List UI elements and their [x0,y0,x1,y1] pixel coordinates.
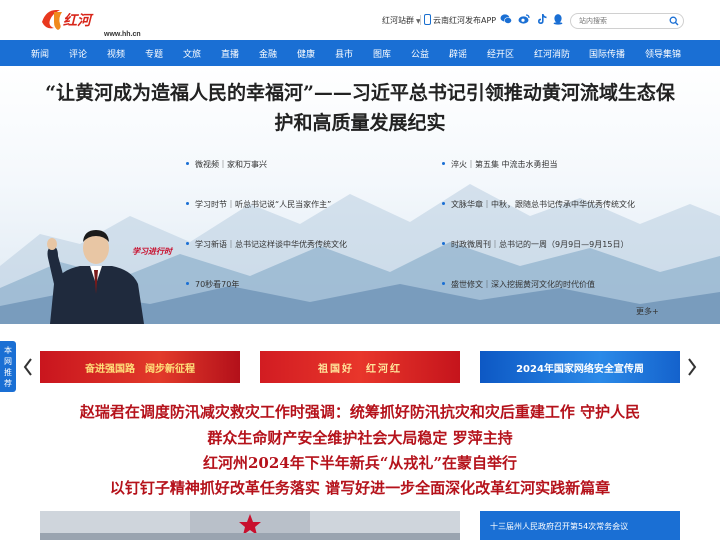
news-photo[interactable] [40,511,460,540]
banner-text: 2024年国家网络安全宣传周 [516,364,644,375]
douyin-icon[interactable] [536,13,548,25]
recommend-tab[interactable]: 本网推荐 [0,341,16,392]
headline[interactable]: 赵瑞君在调度防汛减灾救灾工作时强调：统筹抓好防汛抗灾和灾后重建工作 守护人民 [0,401,720,422]
nav-item-comment[interactable]: 评论 [69,47,87,60]
logo-url: www.hh.cn [104,31,141,38]
nav-item-gallery[interactable]: 图库 [373,47,391,60]
more-link[interactable]: 更多+ [636,306,659,317]
main-nav: 新闻 评论 视频 专题 文旅 直播 金融 健康 县市 图库 公益 辟谣 经开区 … [0,40,720,66]
bullet-dot [442,162,445,165]
search-icon[interactable] [669,16,679,26]
nav-item-dev-zone[interactable]: 经开区 [487,47,514,60]
hero-link-text: 时政微周刊｜总书记的一周（9月9日—9月15日） [451,240,629,249]
bullet-dot [442,242,445,245]
nav-item-special[interactable]: 专题 [145,47,163,60]
news-item: 十三届州人民政府召开第54次常务会议 [490,522,629,531]
site-header: 红河 www.hh.cn 红河站群 ▼ 云南红河发布APP [0,0,720,40]
hero-link-text: 70秒看70年 [195,280,240,289]
wechat-icon[interactable] [500,13,512,25]
bullet-dot [186,282,189,285]
hero-link-text: 学习时节｜听总书记说“人民当家作主” [195,200,332,209]
hero-link[interactable]: 微视频｜家和万事兴 [186,159,267,170]
headline[interactable]: 以钉钉子精神抓好改革任务落实 谱写好进一步全面深化改革红河实践新篇章 [0,477,720,498]
header-divider [420,15,421,25]
chevron-left-icon[interactable] [22,357,34,377]
nav-item-charity[interactable]: 公益 [411,47,429,60]
bullet-dot [442,282,445,285]
weibo-icon[interactable] [518,13,530,25]
search-box [570,13,684,29]
hero-link-text: 淬火｜第五集 中流击水勇担当 [451,160,558,169]
nav-item-rumor[interactable]: 辟谣 [449,47,467,60]
hero-link[interactable]: 盛世修文｜深入挖掘黄河文化的时代价值 [442,279,595,290]
chevron-right-icon[interactable] [686,357,698,377]
news-list-box[interactable]: 十三届州人民政府召开第54次常务会议 [480,511,680,540]
nav-item-counties[interactable]: 县市 [335,47,353,60]
hero-link-text: 微视频｜家和万事兴 [195,160,267,169]
nav-item-live[interactable]: 直播 [221,47,239,60]
hero-link[interactable]: 学习新语｜总书记这样谈中华优秀传统文化 [186,239,347,250]
site-group-link[interactable]: 红河站群 ▼ [382,15,421,26]
nav-item-intl[interactable]: 国际传播 [589,47,625,60]
hero-link[interactable]: 文脉华章｜中秋，跟随总书记传承中华优秀传统文化 [442,199,635,210]
hero-link[interactable]: 时政微周刊｜总书记的一周（9月9日—9月15日） [442,239,628,250]
nav-item-finance[interactable]: 金融 [259,47,277,60]
svg-text:红河: 红河 [63,12,94,29]
bullet-dot [186,202,189,205]
hero-title-line1[interactable]: “让黄河成为造福人民的幸福河”——习近平总书记引领推动黄河流域生态保 [0,78,720,105]
page: 红河 www.hh.cn 红河站群 ▼ 云南红河发布APP 站内搜索 新闻 评论… [0,0,720,540]
hero-link[interactable]: 淬火｜第五集 中流击水勇担当 [442,159,558,170]
headline[interactable]: 群众生命财产安全维护社会大局稳定 罗萍主持 [0,427,720,448]
bullet-dot [442,202,445,205]
bullet-dot [186,162,189,165]
nav-item-fire[interactable]: 红河消防 [534,47,570,60]
headline[interactable]: 红河州2024年下半年新兵“从戎礼”在蒙自举行 [0,452,720,473]
qq-icon[interactable] [552,13,564,25]
hero-section: “让黄河成为造福人民的幸福河”——习近平总书记引领推动黄河流域生态保 护和高质量… [0,66,720,324]
site-group-label: 红河站群 [382,16,414,25]
banner-strong-nation[interactable]: 奋进强国路 阔步新征程 [40,351,240,383]
leader-portrait [47,230,144,324]
hero-title-line2[interactable]: 护和高质量发展纪实 [0,108,720,135]
site-logo[interactable]: 红河 www.hh.cn [40,6,141,38]
logo-graphic: 红河 [42,10,94,30]
hero-link-text: 盛世修文｜深入挖掘黄河文化的时代价值 [451,280,595,289]
banner-cyber-security[interactable]: 2024年国家网络安全宣传周 [480,351,680,383]
app-link[interactable]: 云南红河发布APP [433,15,496,26]
banner-motherland[interactable]: 祖国好 红河红 [260,351,460,383]
nav-item-health[interactable]: 健康 [297,47,315,60]
study-badge[interactable]: 学习进行时 [132,246,172,257]
nav-item-news[interactable]: 新闻 [31,47,49,60]
nav-item-leaders[interactable]: 领导集锦 [645,47,681,60]
search-input[interactable] [579,15,665,27]
hero-link[interactable]: 学习时节｜听总书记说“人民当家作主” [186,199,331,210]
nav-item-video[interactable]: 视频 [107,47,125,60]
bullet-dot [186,242,189,245]
hero-link[interactable]: 70秒看70年 [186,279,239,290]
hero-link-text: 文脉华章｜中秋，跟随总书记传承中华优秀传统文化 [451,200,635,209]
banner-text: 祖国好 红河红 [318,364,402,375]
phone-icon [424,14,431,25]
nav-item-culture-travel[interactable]: 文旅 [183,47,201,60]
recommend-tab-label: 本网推荐 [4,346,12,388]
hero-link-text: 学习新语｜总书记这样谈中华优秀传统文化 [195,240,347,249]
hall-photo [40,511,460,540]
banner-text: 奋进强国路 阔步新征程 [85,364,195,375]
